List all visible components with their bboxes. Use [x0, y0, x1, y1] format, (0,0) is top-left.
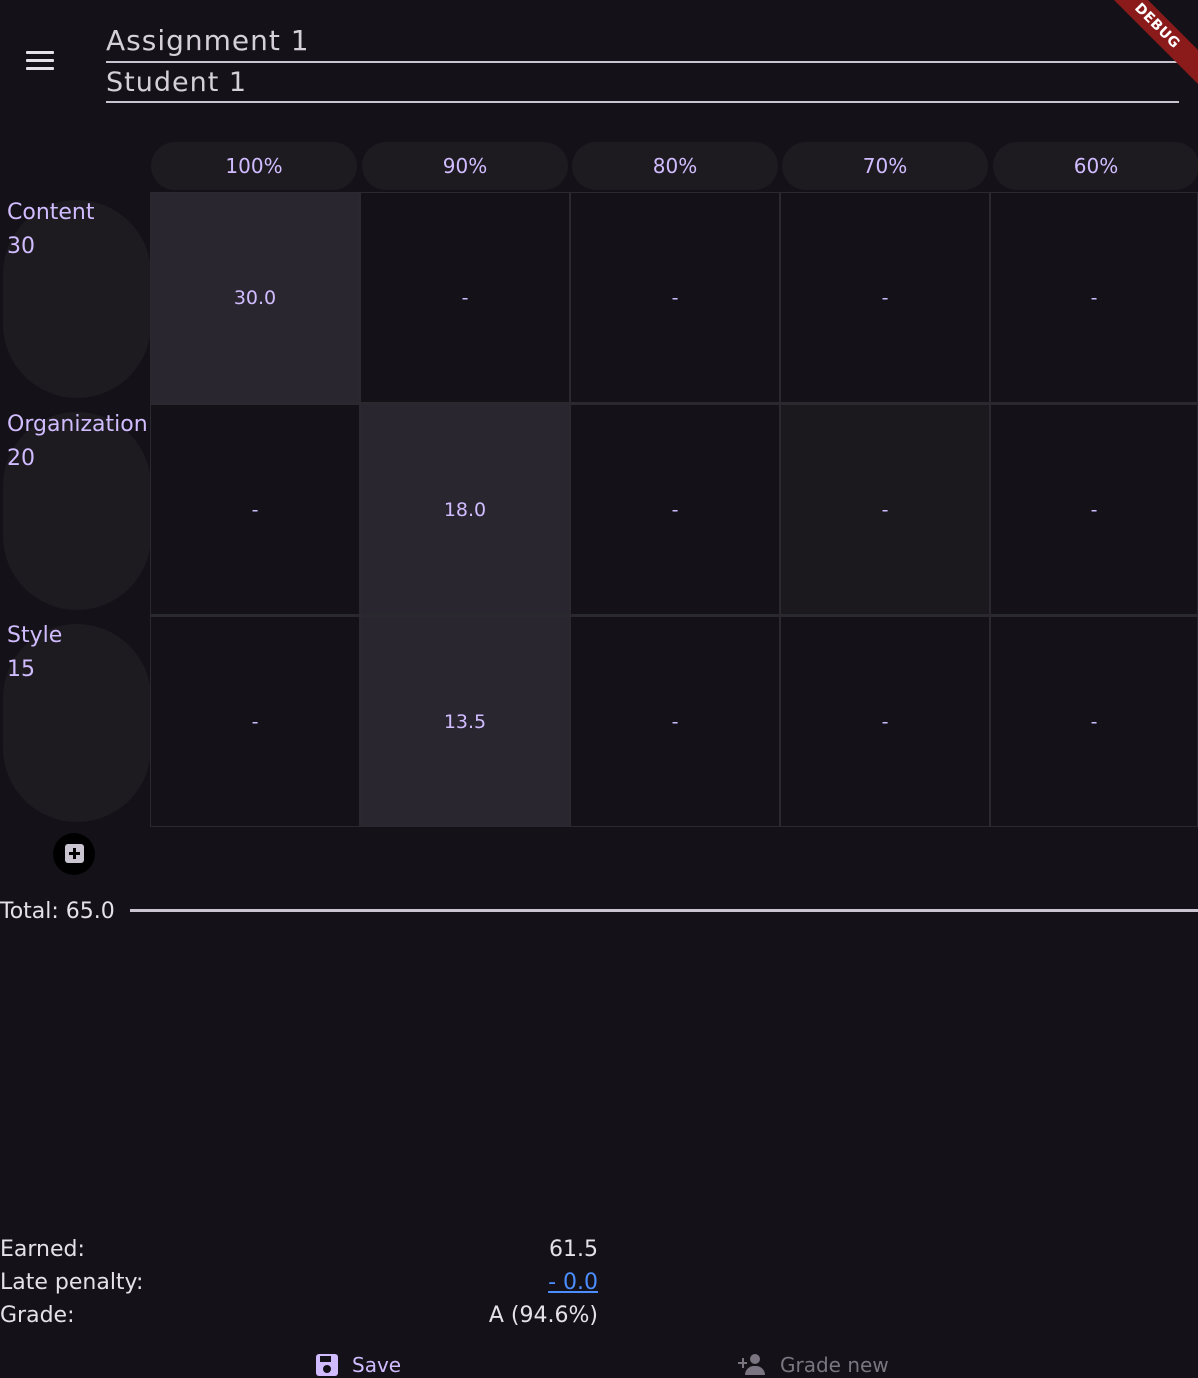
criterion-content[interactable] [3, 200, 151, 398]
row-divider [150, 614, 1198, 616]
criterion-points: 30 [7, 234, 35, 259]
save-button[interactable]: Save [316, 1348, 401, 1378]
assignment-title-field[interactable] [106, 20, 1179, 63]
criterion-style[interactable] [3, 624, 151, 822]
level-header-80[interactable]: 80% [572, 142, 778, 190]
earned-label: Earned: [0, 1237, 85, 1262]
rubric-cell[interactable]: - [780, 616, 990, 827]
criterion-name: Content [7, 200, 95, 225]
criterion-points: 20 [7, 446, 35, 471]
criterion-points: 15 [7, 657, 35, 682]
grade-new-label: Grade new [780, 1353, 889, 1377]
add-box-icon [65, 844, 84, 863]
earned-value: 61.5 [549, 1237, 598, 1262]
level-header-60[interactable]: 60% [993, 142, 1198, 190]
save-label: Save [352, 1353, 402, 1377]
save-icon [316, 1354, 338, 1376]
rubric-cell[interactable]: 18.0 [360, 404, 570, 615]
rubric-cell[interactable]: 30.0 [150, 192, 360, 403]
person-add-icon [738, 1354, 766, 1376]
level-header-100[interactable]: 100% [151, 142, 357, 190]
grade-label: Grade: [0, 1303, 75, 1328]
rubric-cell[interactable]: - [360, 192, 570, 403]
rubric-cell[interactable]: - [780, 192, 990, 403]
rubric-grid: 30.0 - - - - - 18.0 - - - - 13.5 - - - [150, 192, 1198, 827]
grade-value: A (94.6%) [488, 1303, 598, 1328]
rubric-cell[interactable]: - [990, 192, 1198, 403]
rubric-cell[interactable]: - [990, 616, 1198, 827]
rubric-cell[interactable]: 13.5 [360, 616, 570, 827]
grade-new-button[interactable]: Grade new [738, 1348, 889, 1378]
rubric-cell[interactable]: - [990, 404, 1198, 615]
add-criterion-button[interactable] [53, 833, 95, 875]
row-divider [150, 402, 1198, 404]
criterion-name: Organization [7, 412, 148, 437]
rubric-cell[interactable]: - [570, 192, 780, 403]
total-label: Total: 65.0 [0, 899, 115, 924]
rubric-cell[interactable]: - [150, 404, 360, 615]
late-penalty-label: Late penalty: [0, 1270, 144, 1295]
rubric-cell[interactable]: - [570, 616, 780, 827]
total-divider [130, 909, 1198, 912]
late-penalty-link[interactable]: - 0.0 [548, 1270, 598, 1295]
rubric-cell[interactable]: - [570, 404, 780, 615]
criterion-organization[interactable] [3, 412, 151, 610]
criterion-name: Style [7, 623, 63, 648]
student-name-field[interactable] [106, 64, 1179, 103]
rubric-cell[interactable]: - [780, 404, 990, 615]
rubric-cell[interactable]: - [150, 616, 360, 827]
menu-icon[interactable] [18, 40, 62, 84]
app-root: DEBUG 100% 90% 80% 70% 60% Content 30 Or… [0, 0, 1198, 1378]
level-header-70[interactable]: 70% [782, 142, 988, 190]
level-header-90[interactable]: 90% [362, 142, 568, 190]
